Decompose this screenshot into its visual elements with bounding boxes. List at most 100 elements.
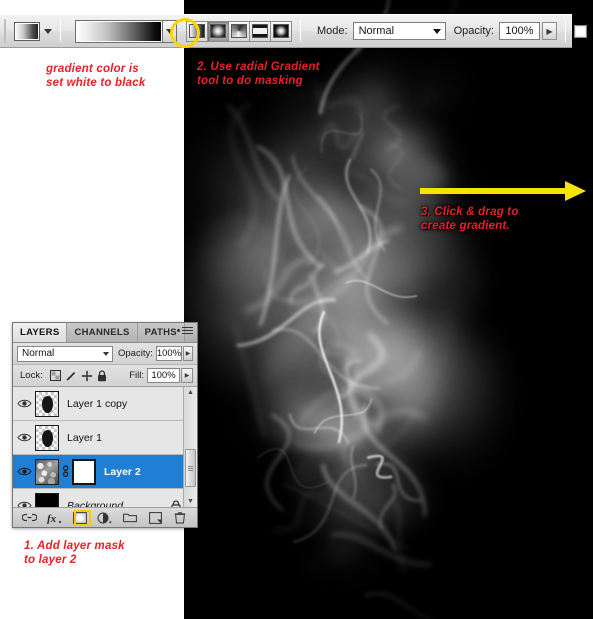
smoke-image-canvas[interactable] <box>184 0 593 619</box>
layer-blend-mode-select[interactable]: Normal <box>17 345 113 362</box>
opacity-input[interactable]: 100% <box>498 22 540 40</box>
layer-row-layer-1-copy[interactable]: Layer 1 copy <box>13 387 197 421</box>
layer-blend-mode-value: Normal <box>22 348 55 359</box>
layer-style-fx-icon[interactable]: fx <box>47 510 63 525</box>
drag-direction-arrow <box>420 181 586 201</box>
divider <box>300 20 301 42</box>
delete-layer-trash-icon[interactable] <box>172 510 188 525</box>
panel-tab-strip: LAYERS CHANNELS PATHS <box>13 323 197 343</box>
reverse-group: Reverse <box>573 24 593 38</box>
lock-transparent-pixels-icon[interactable] <box>49 370 61 381</box>
tool-preset-picker[interactable] <box>14 21 52 41</box>
layer-row-layer-2[interactable]: Layer 2 <box>13 455 197 489</box>
layers-panel: LAYERS CHANNELS PATHS Normal Opacity: 10… <box>12 322 198 528</box>
layer-row-background[interactable]: Background <box>13 489 197 507</box>
chevron-down-icon[interactable] <box>44 28 52 34</box>
lock-position-icon[interactable] <box>81 370 93 382</box>
add-layer-mask-highlight-ring <box>74 510 91 526</box>
layer-thumbnails <box>35 458 96 485</box>
annotation-add-layer-mask: 1. Add layer mask to layer 2 <box>24 540 125 566</box>
layer-list-scrollbar[interactable]: ▲ ▼ <box>183 387 197 507</box>
new-layer-icon[interactable] <box>147 510 163 525</box>
layers-panel-footer: fx <box>13 507 197 527</box>
tool-preset-swatch-icon <box>14 21 40 41</box>
gradient-preview-picker[interactable] <box>75 19 177 43</box>
opacity-label: Opacity: <box>453 25 494 37</box>
layer-thumbnail[interactable] <box>35 492 59 507</box>
layer-opacity-value: 100% <box>156 348 182 359</box>
scroll-up-arrow-icon[interactable]: ▲ <box>187 387 194 398</box>
fill-stepper[interactable]: ▶ <box>181 368 193 383</box>
tab-layers[interactable]: LAYERS <box>13 323 68 342</box>
diamond-gradient-icon <box>273 24 289 38</box>
layer-blend-row: Normal Opacity: 100% ▶ <box>13 343 197 365</box>
adjustment-layer-icon[interactable] <box>97 510 113 525</box>
layer-name[interactable]: Layer 1 <box>67 432 102 444</box>
opacity-stepper-button[interactable]: ▶ <box>541 22 557 40</box>
new-group-icon[interactable] <box>122 510 138 525</box>
divider <box>564 20 566 42</box>
gradient-type-diamond-button[interactable] <box>270 20 292 42</box>
scroll-down-arrow-icon[interactable]: ▼ <box>187 496 194 507</box>
layer-thumbnail[interactable] <box>35 390 59 417</box>
toolbar-drag-grip[interactable] <box>4 19 6 43</box>
gradient-type-reflected-button[interactable] <box>249 20 270 42</box>
layer-opacity-input[interactable]: 100% <box>155 346 183 361</box>
chevron-down-icon <box>432 28 441 34</box>
hamburger-icon <box>182 327 193 334</box>
lock-all-icon[interactable] <box>97 369 107 382</box>
reflected-gradient-icon <box>252 24 268 38</box>
visibility-toggle-icon[interactable] <box>13 466 35 477</box>
scrollbar-thumb[interactable] <box>185 449 196 487</box>
layer-thumbnails <box>35 390 59 417</box>
layer-opacity-stepper[interactable]: ▶ <box>183 346 193 361</box>
menu-dot-icon <box>177 329 180 332</box>
visibility-toggle-icon[interactable] <box>13 432 35 443</box>
fill-label: Fill: <box>129 370 144 381</box>
annotation-click-drag: 3. Click & drag to create gradient. <box>421 206 519 232</box>
blend-mode-select[interactable]: Normal <box>352 22 446 40</box>
angle-gradient-icon <box>231 24 247 38</box>
layer-thumbnail[interactable] <box>35 458 59 485</box>
layer-opacity-label: Opacity: <box>118 348 153 359</box>
layer-lock-row: Lock: Fill: 100% ▶ <box>13 365 197 387</box>
layer-name[interactable]: Background <box>67 500 123 508</box>
mode-label: Mode: <box>317 25 348 37</box>
lock-label: Lock: <box>20 370 43 381</box>
layer-row-layer-1[interactable]: Layer 1 <box>13 421 197 455</box>
visibility-toggle-icon[interactable] <box>13 398 35 409</box>
blend-mode-value: Normal <box>358 25 395 37</box>
lock-image-pixels-icon[interactable] <box>65 370 77 381</box>
layer-mask-thumbnail[interactable] <box>72 458 96 485</box>
visibility-toggle-icon[interactable] <box>13 500 35 507</box>
annotation-gradient-color: gradient color is set white to black <box>46 63 146 89</box>
reverse-checkbox[interactable] <box>573 24 587 38</box>
annotation-radial-tool: 2. Use radial Gradient tool to do maskin… <box>197 61 320 87</box>
layer-thumbnails <box>35 424 59 451</box>
tab-channels[interactable]: CHANNELS <box>67 323 138 342</box>
blend-mode-group: Mode: Normal <box>309 22 446 40</box>
gradient-type-angle-button[interactable] <box>228 20 249 42</box>
fill-value: 100% <box>151 370 176 381</box>
layer-thumbnail[interactable] <box>35 424 59 451</box>
radial-gradient-highlight-ring <box>170 18 200 48</box>
gradient-preview-swatch[interactable] <box>76 20 162 42</box>
mask-link-icon[interactable] <box>61 465 70 478</box>
fill-input[interactable]: 100% <box>147 368 180 383</box>
chevron-down-icon <box>103 351 109 356</box>
link-layers-icon[interactable] <box>22 510 38 525</box>
divider <box>60 20 61 42</box>
background-lock-icon <box>171 499 181 507</box>
layer-thumbnails <box>35 492 59 507</box>
panel-menu-button[interactable] <box>177 327 193 334</box>
opacity-group: Opacity: 100% ▶ <box>446 22 557 40</box>
gradient-type-radial-button[interactable] <box>207 20 228 42</box>
svg-text:fx: fx <box>47 513 57 524</box>
layer-name[interactable]: Layer 2 <box>104 466 141 478</box>
gradient-type-button-group <box>186 20 292 42</box>
layer-name[interactable]: Layer 1 copy <box>67 398 127 410</box>
opacity-value: 100% <box>505 25 534 37</box>
layer-list[interactable]: Layer 1 copy Layer 1 Layer 2 Background … <box>13 387 197 507</box>
gradient-tool-options-bar: Mode: Normal Opacity: 100% ▶ Reverse <box>0 14 587 48</box>
radial-gradient-icon <box>210 24 226 38</box>
